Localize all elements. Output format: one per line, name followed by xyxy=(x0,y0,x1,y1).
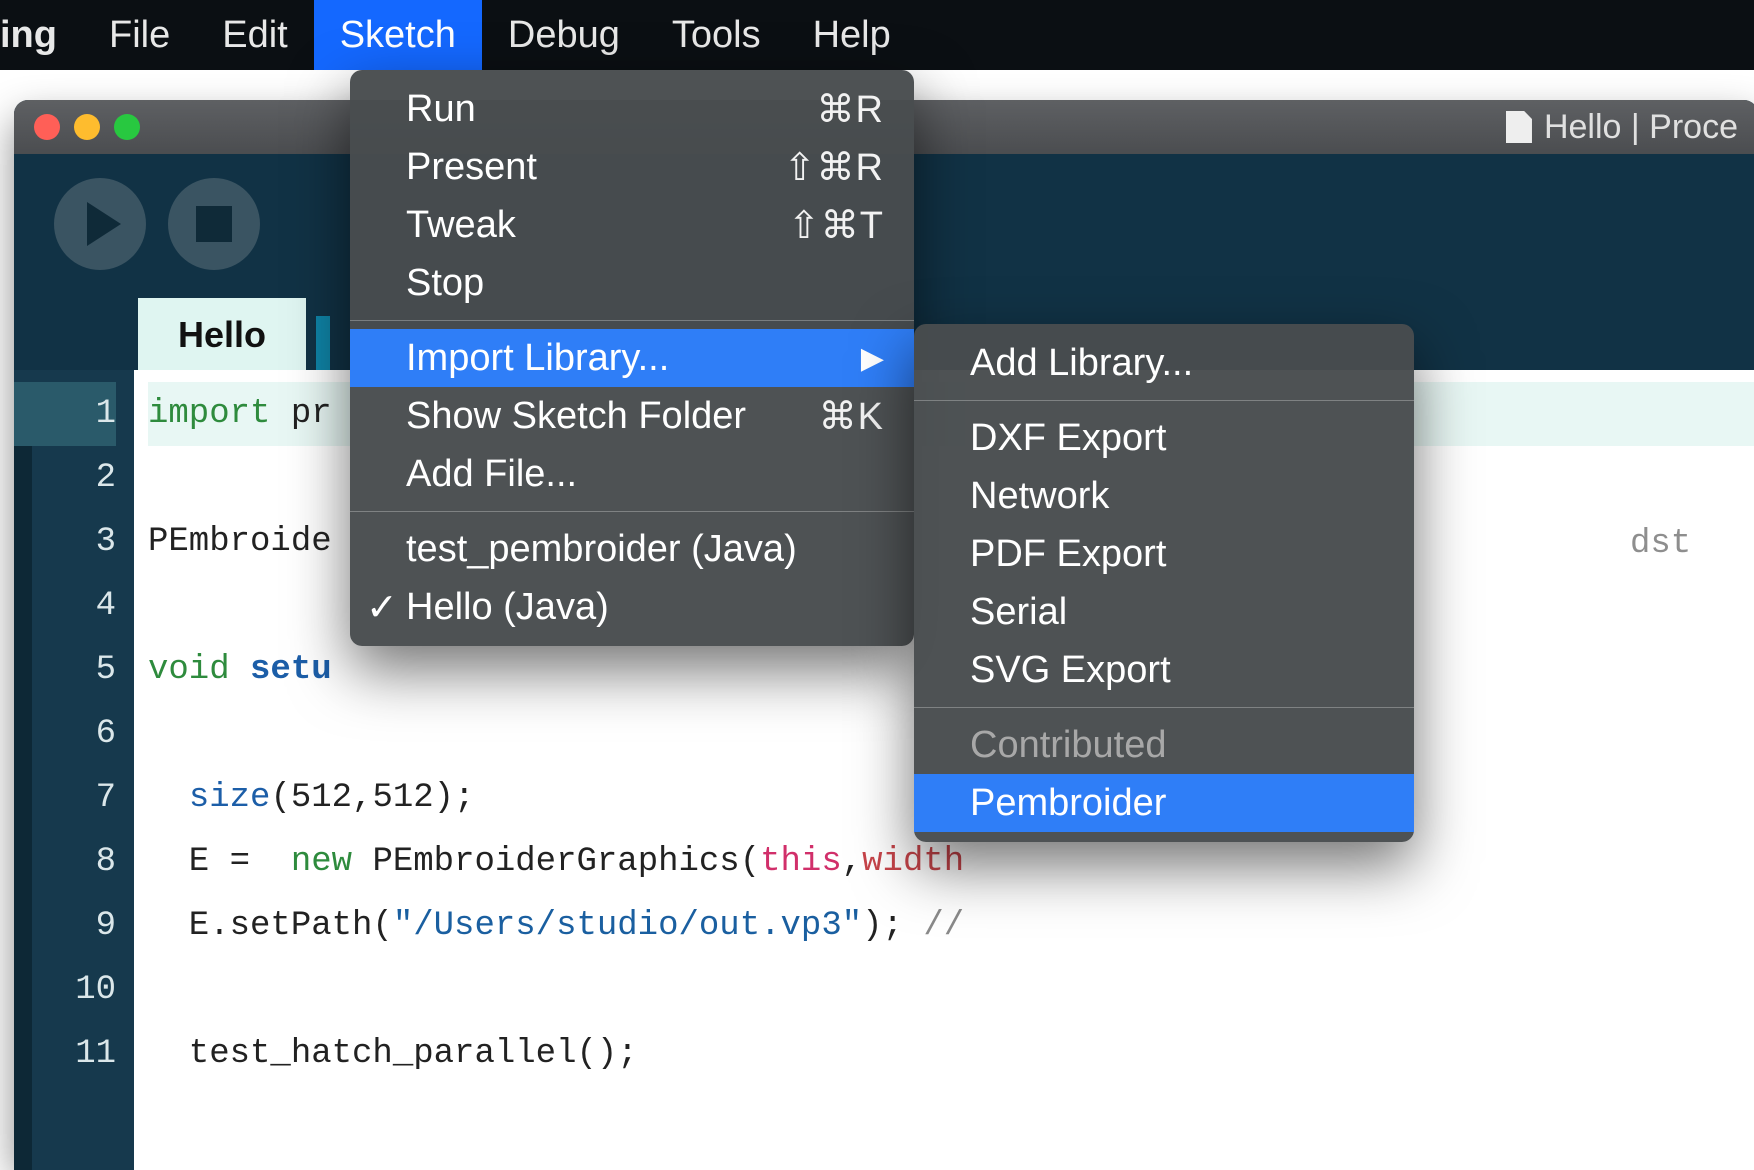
menu-separator xyxy=(350,511,914,512)
line-number: 1 xyxy=(14,382,116,446)
stop-button[interactable] xyxy=(168,178,260,270)
traffic-lights xyxy=(34,114,140,140)
sketch-menu-item-test-pembroider-java[interactable]: test_pembroider (Java) xyxy=(350,520,914,578)
menu-item-label: test_pembroider (Java) xyxy=(406,528,797,571)
import-submenu-item-add-library[interactable]: Add Library... xyxy=(914,334,1414,392)
menu-help[interactable]: Help xyxy=(787,0,917,70)
code-line[interactable] xyxy=(148,958,1754,1022)
stop-icon xyxy=(196,206,232,242)
import-submenu-item-svg-export[interactable]: SVG Export xyxy=(914,641,1414,699)
menu-debug[interactable]: Debug xyxy=(482,0,646,70)
menu-item-label: DXF Export xyxy=(970,417,1166,460)
menu-item-label: Show Sketch Folder xyxy=(406,395,746,438)
code-line[interactable]: test_hatch_parallel(); xyxy=(148,1022,1754,1086)
play-icon xyxy=(87,202,121,246)
menu-edit[interactable]: Edit xyxy=(196,0,313,70)
import-submenu-item-pembroider[interactable]: Pembroider xyxy=(914,774,1414,832)
menu-item-label: PDF Export xyxy=(970,533,1166,576)
document-icon xyxy=(1506,111,1532,143)
menu-separator xyxy=(350,320,914,321)
system-menubar: ing File Edit Sketch Debug Tools Help xyxy=(0,0,1754,70)
sketch-menu-item-run[interactable]: Run ⌘R xyxy=(350,80,914,138)
zoom-icon[interactable] xyxy=(114,114,140,140)
tab-overflow-indicator[interactable] xyxy=(316,316,330,370)
menu-shortcut: ⌘K xyxy=(819,394,884,439)
truncated-comment-text: dst xyxy=(1630,525,1691,563)
menu-separator xyxy=(914,707,1414,708)
menu-item-label: Add File... xyxy=(406,453,577,496)
sketch-menu-item-stop[interactable]: Stop xyxy=(350,254,914,312)
import-submenu-item-serial[interactable]: Serial xyxy=(914,583,1414,641)
import-submenu-item-network[interactable]: Network xyxy=(914,467,1414,525)
run-button[interactable] xyxy=(54,178,146,270)
menu-shortcut: ⇧⌘R xyxy=(784,145,884,190)
menu-file[interactable]: File xyxy=(83,0,196,70)
import-submenu-item-dxf-export[interactable]: DXF Export xyxy=(914,409,1414,467)
menu-item-label: Hello (Java) xyxy=(406,586,609,629)
import-library-submenu: Add Library... DXF Export Network PDF Expor… xyxy=(914,324,1414,842)
import-submenu-item-contributed: Contributed xyxy=(914,716,1414,774)
minimize-icon[interactable] xyxy=(74,114,100,140)
import-submenu-item-pdf-export[interactable]: PDF Export xyxy=(914,525,1414,583)
editor-left-edge xyxy=(14,446,32,1170)
close-icon[interactable] xyxy=(34,114,60,140)
menu-item-label: Contributed xyxy=(970,724,1166,767)
menu-tools[interactable]: Tools xyxy=(646,0,787,70)
menu-item-label: Network xyxy=(970,475,1109,518)
line-number-gutter: 1234567891011 xyxy=(14,370,134,1170)
menu-item-label: Serial xyxy=(970,591,1067,634)
chevron-right-icon: ▶ xyxy=(861,341,884,376)
menu-sketch[interactable]: Sketch xyxy=(314,0,482,70)
menu-item-label: Import Library... xyxy=(406,337,669,380)
window-title-text: Hello | Proce xyxy=(1544,108,1738,147)
menu-item-label: Stop xyxy=(406,262,484,305)
sketch-menu-item-import-library[interactable]: Import Library... ▶ xyxy=(350,329,914,387)
menu-shortcut: ⌘R xyxy=(817,87,884,132)
menu-separator xyxy=(914,400,1414,401)
menu-item-label: SVG Export xyxy=(970,649,1171,692)
window-title: Hello | Proce xyxy=(1506,108,1738,147)
sketch-menu-dropdown: Run ⌘R Present ⇧⌘R Tweak ⇧⌘T Stop Import Librar… xyxy=(350,70,914,646)
tab-hello[interactable]: Hello xyxy=(138,298,306,370)
code-line[interactable]: E.setPath("/Users/studio/out.vp3"); // xyxy=(148,894,1754,958)
menu-app-name[interactable]: ing xyxy=(0,0,83,70)
menu-item-label: Run xyxy=(406,88,476,131)
menu-item-label: Present xyxy=(406,146,537,189)
sketch-menu-item-add-file[interactable]: Add File... xyxy=(350,445,914,503)
sketch-menu-item-hello-java[interactable]: ✓Hello (Java) xyxy=(350,578,914,636)
sketch-menu-item-present[interactable]: Present ⇧⌘R xyxy=(350,138,914,196)
menu-shortcut: ⇧⌘T xyxy=(788,203,884,248)
menu-item-label: Add Library... xyxy=(970,342,1193,385)
menu-item-label: Tweak xyxy=(406,204,516,247)
check-icon: ✓ xyxy=(366,585,398,630)
menu-item-label: Pembroider xyxy=(970,782,1166,825)
sketch-menu-item-tweak[interactable]: Tweak ⇧⌘T xyxy=(350,196,914,254)
sketch-menu-item-show-sketch-folder[interactable]: Show Sketch Folder ⌘K xyxy=(350,387,914,445)
